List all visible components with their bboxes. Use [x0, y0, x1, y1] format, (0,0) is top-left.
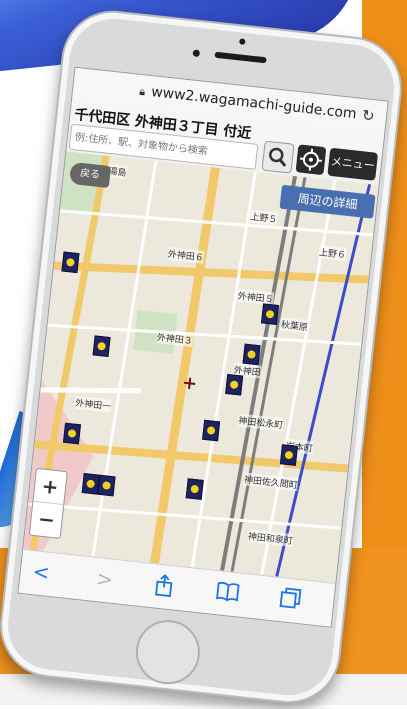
zoom-out-button[interactable]: − — [30, 502, 63, 537]
lock-icon: 🔒︎ — [138, 84, 146, 99]
reload-icon[interactable]: ↻ — [361, 106, 375, 125]
poi-marker[interactable] — [92, 335, 111, 358]
poi-marker[interactable] — [62, 422, 82, 445]
share-icon-glyph — [155, 574, 173, 598]
poi-marker[interactable] — [185, 478, 204, 500]
tabs-icon-glyph — [279, 587, 302, 609]
poi-marker[interactable] — [61, 251, 80, 274]
search-button[interactable] — [261, 140, 295, 174]
book-icon-glyph — [216, 581, 240, 602]
forward-arrow-icon[interactable]: > — [95, 566, 114, 592]
poi-marker[interactable] — [279, 444, 298, 466]
poi-marker[interactable] — [260, 303, 280, 326]
share-icon[interactable] — [152, 572, 175, 603]
poi-marker[interactable] — [97, 474, 116, 497]
tabs-icon[interactable] — [278, 586, 303, 615]
poi-marker[interactable] — [225, 373, 244, 396]
menu-button[interactable]: メニュー — [327, 147, 379, 181]
crosshair-icon — [299, 148, 322, 171]
poi-marker[interactable] — [202, 419, 221, 442]
book-icon[interactable] — [214, 579, 241, 608]
search-icon — [269, 147, 287, 167]
map-view[interactable]: 湯島 外神田６ 外神田５ 外神田３ 外神田一 外神田 神田佐久間町 神田和泉町 … — [23, 151, 379, 583]
map-label-12: 上野６ — [318, 245, 347, 262]
zoom-in-button[interactable]: + — [33, 468, 67, 505]
map-label-1: 湯島 — [107, 163, 128, 179]
phone-mockup: 🔒︎ www2.wagamachi-guide.com ↻ 千代田区 外神田３丁… — [0, 5, 407, 709]
map-roads — [23, 151, 379, 583]
map-label-10: 秋葉原 — [280, 317, 309, 334]
map-center-crosshair: + — [180, 372, 199, 395]
back-arrow-icon[interactable]: < — [32, 559, 51, 585]
current-location-button[interactable] — [295, 144, 327, 176]
map-label-11: 上野５ — [249, 209, 279, 226]
phone-screen: 🔒︎ www2.wagamachi-guide.com ↻ 千代田区 外神田３丁… — [17, 66, 389, 628]
poi-marker[interactable] — [242, 343, 261, 366]
